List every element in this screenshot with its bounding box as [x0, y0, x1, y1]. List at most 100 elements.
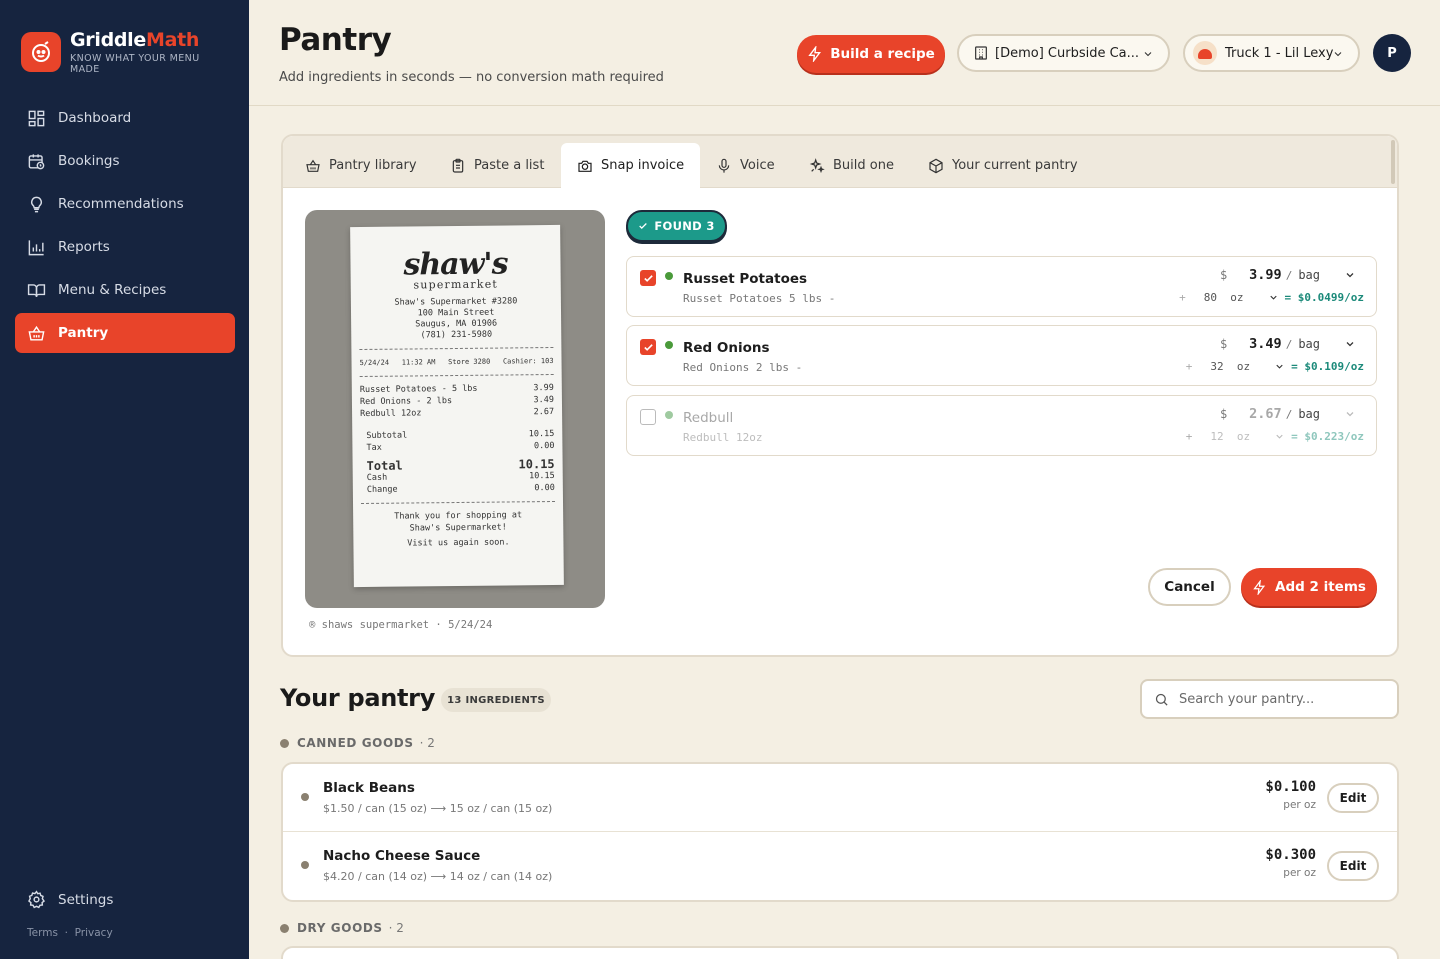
tab-bar: Pantry library Paste a list Snap invoice…	[283, 136, 1397, 188]
clipboard-icon	[452, 158, 464, 173]
sidebar: GriddleMath KNOW WHAT YOUR MENU MADE Das…	[0, 0, 249, 959]
item-price-field[interactable]: $3.99/bag	[1220, 267, 1356, 283]
item-price-field[interactable]: $3.49/bag	[1220, 336, 1356, 352]
chevron-down-icon[interactable]	[1344, 269, 1356, 281]
chevron-down-icon[interactable]	[1344, 338, 1356, 350]
parsed-item: Russet Potatoes Russet Potatoes 5 lbs - …	[626, 256, 1377, 317]
match-status-dot	[665, 411, 673, 419]
tab-snap-invoice[interactable]: Snap invoice	[561, 143, 701, 188]
bar-chart-icon	[28, 239, 44, 255]
sidebar-item-menu-recipes[interactable]: Menu & Recipes	[15, 270, 235, 310]
header-divider	[249, 105, 1440, 106]
item-checkbox[interactable]	[640, 339, 656, 355]
item-qty[interactable]: 32	[1210, 360, 1223, 373]
chevron-down-icon	[1144, 52, 1152, 57]
receipt-brand: shaw's	[403, 246, 508, 283]
settings-label: Settings	[58, 891, 114, 908]
add-items-button[interactable]: Add 2 items	[1241, 568, 1377, 606]
parsed-item: Redbull Redbull 12oz $2.67/bag +12 oz = …	[626, 395, 1377, 456]
box-icon	[929, 158, 943, 173]
category-dry-goods[interactable]: DRY GOODS · 2	[280, 921, 404, 935]
ingredient-unit-price: $0.100 per oz	[1265, 779, 1316, 811]
chevron-down-icon[interactable]	[1274, 431, 1285, 442]
location-select[interactable]: [Demo] Curbside Ca...	[957, 34, 1170, 72]
truck-value: Truck 1 - Lil Lexy	[1225, 45, 1334, 61]
ingredient-desc: $4.20 / can (14 oz) ⟶ 14 oz / can (14 oz…	[323, 870, 553, 883]
edit-button[interactable]: Edit	[1327, 783, 1379, 813]
sparkles-icon	[809, 157, 825, 173]
item-qty[interactable]: 12	[1210, 430, 1223, 443]
sidebar-item-label: Menu & Recipes	[58, 282, 167, 298]
ingredient-name: Nacho Cheese Sauce	[323, 848, 481, 864]
griddle-logo-icon	[21, 32, 61, 72]
pantry-search[interactable]	[1140, 679, 1399, 719]
sidebar-item-recommendations[interactable]: Recommendations	[15, 184, 235, 224]
sidebar-item-settings[interactable]: Settings	[27, 890, 113, 909]
page-title: Pantry	[279, 22, 392, 58]
match-status-dot	[665, 272, 673, 280]
chevron-down-icon[interactable]	[1274, 361, 1285, 372]
chevron-down-icon[interactable]	[1268, 292, 1279, 303]
page-subtitle: Add ingredients in seconds — no conversi…	[279, 70, 664, 85]
basket-icon	[306, 159, 320, 172]
item-checkbox[interactable]	[640, 270, 656, 286]
terms-link[interactable]: Terms	[27, 927, 58, 939]
user-avatar[interactable]: P	[1373, 34, 1411, 72]
item-qty[interactable]: 80	[1204, 291, 1217, 304]
item-raw-text: Red Onions 2 lbs -	[683, 361, 803, 374]
privacy-link[interactable]: Privacy	[75, 927, 113, 939]
sidebar-item-label: Bookings	[58, 153, 120, 169]
gear-icon	[28, 890, 45, 909]
category-bullet	[280, 923, 289, 933]
pantry-search-input[interactable]	[1179, 691, 1379, 707]
book-icon	[27, 283, 46, 297]
cancel-button[interactable]: Cancel	[1148, 568, 1231, 606]
tab-build-one[interactable]: Build one	[809, 143, 894, 188]
ingredient-desc: $1.50 / can (15 oz) ⟶ 15 oz / can (15 oz…	[323, 802, 553, 815]
sidebar-item-dashboard[interactable]: Dashboard	[15, 98, 235, 138]
item-conversion: +80 oz = $0.0499/oz	[1179, 291, 1364, 304]
pantry-row: Black Beans $1.50 / can (15 oz) ⟶ 15 oz …	[283, 764, 1397, 832]
sidebar-item-label: Dashboard	[58, 110, 132, 126]
item-unit-cost: = $0.109/oz	[1291, 360, 1364, 373]
item-name: Redbull	[683, 410, 734, 426]
brand-logo[interactable]: GriddleMath KNOW WHAT YOUR MENU MADE	[21, 29, 220, 75]
pantry-list-canned: Black Beans $1.50 / can (15 oz) ⟶ 15 oz …	[281, 762, 1399, 902]
search-icon	[1155, 693, 1168, 706]
sidebar-item-reports[interactable]: Reports	[15, 227, 235, 267]
basket-icon	[28, 325, 45, 341]
brand-name: GriddleMath	[70, 29, 200, 51]
chevron-down-icon[interactable]	[1344, 408, 1356, 420]
your-pantry-title: Your pantry	[280, 684, 436, 712]
building-icon	[975, 46, 987, 60]
item-raw-text: Russet Potatoes 5 lbs -	[683, 292, 836, 305]
tab-paste-list[interactable]: Paste a list	[450, 143, 544, 188]
item-unit-cost: = $0.223/oz	[1291, 430, 1364, 443]
item-conversion: +32 oz = $0.109/oz	[1185, 360, 1364, 373]
chevron-down-icon	[1334, 52, 1342, 57]
camera-icon	[578, 160, 592, 172]
lightning-icon	[1253, 579, 1266, 595]
truck-select[interactable]: Truck 1 - Lil Lexy	[1183, 34, 1360, 72]
tab-voice[interactable]: Voice	[716, 143, 775, 188]
item-name: Russet Potatoes	[683, 271, 808, 287]
match-status-dot	[665, 341, 673, 349]
pantry-list-dry	[281, 946, 1399, 959]
edit-button[interactable]: Edit	[1327, 851, 1379, 881]
microphone-icon	[718, 158, 730, 173]
check-icon	[639, 223, 648, 229]
calendar-icon	[28, 153, 45, 169]
scrollbar-thumb[interactable]	[1391, 140, 1395, 184]
ingredient-unit-price: $0.300 per oz	[1265, 847, 1316, 879]
item-checkbox[interactable]	[640, 409, 656, 425]
item-price-field[interactable]: $2.67/bag	[1220, 406, 1356, 422]
category-canned-goods[interactable]: CANNED GOODS · 2	[280, 736, 435, 750]
sidebar-item-pantry[interactable]: Pantry	[15, 313, 235, 353]
tab-pantry-library[interactable]: Pantry library	[305, 143, 417, 188]
receipt-brand-sub: supermarket	[413, 277, 499, 292]
build-recipe-button[interactable]: Build a recipe	[797, 35, 945, 73]
sidebar-item-bookings[interactable]: Bookings	[15, 141, 235, 181]
tab-current-pantry[interactable]: Your current pantry	[928, 143, 1078, 188]
item-conversion: +12 oz = $0.223/oz	[1185, 430, 1364, 443]
location-value: [Demo] Curbside Ca...	[995, 45, 1140, 61]
